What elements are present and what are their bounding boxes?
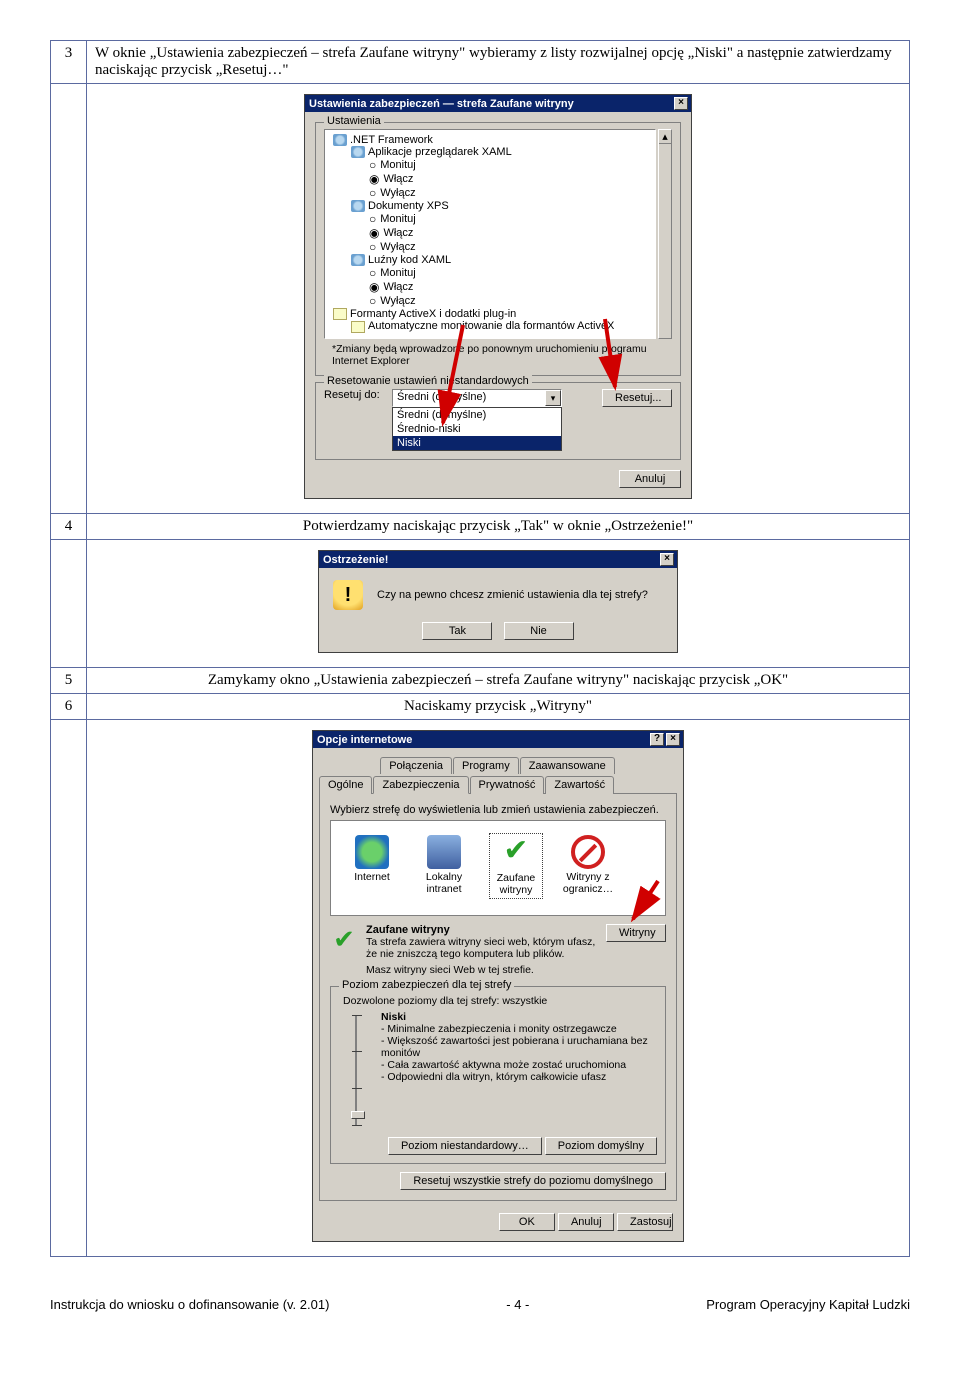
reset-all-button[interactable]: Resetuj wszystkie strefy do poziomu domy…	[400, 1172, 666, 1190]
close-icon[interactable]: ×	[666, 733, 680, 746]
internet-options-dialog: Opcje internetowe ? × Połączenia Program…	[312, 730, 684, 1242]
tab-polaczenia[interactable]: Połączenia	[380, 757, 452, 774]
radio-wylacz[interactable]: Wyłącz	[329, 240, 651, 254]
no-button[interactable]: Nie	[504, 622, 574, 640]
step5-text: Zamykamy okno „Ustawienia zabezpieczeń –…	[87, 668, 910, 694]
dlg2-titlebar[interactable]: Ostrzeżenie! ×	[319, 551, 677, 568]
radio-wlacz[interactable]: Włącz	[329, 172, 651, 186]
reset-group-label: Resetowanie ustawień niestandardowych	[324, 375, 532, 387]
zone-list[interactable]: Internet Lokalny intranet ✔ Zaufane witr…	[345, 835, 661, 899]
step4-text: Potwierdzamy naciskając przycisk „Tak" w…	[87, 514, 910, 540]
scrollbar[interactable]: ▴	[658, 129, 672, 339]
combo-option[interactable]: Średnio-niski	[393, 422, 561, 436]
step6-text: Naciskamy przycisk „Witryny"	[87, 694, 910, 720]
prohibited-icon	[571, 835, 605, 869]
level-name: Niski	[381, 1011, 657, 1023]
step3-text: W oknie „Ustawienia zabezpieczeń – stref…	[87, 41, 910, 84]
tab-zabezpieczenia[interactable]: Zabezpieczenia	[373, 776, 468, 794]
tab-programy[interactable]: Programy	[453, 757, 519, 774]
ok-button[interactable]: OK	[499, 1213, 555, 1231]
help-icon[interactable]: ?	[650, 733, 664, 746]
settings-group-label: Ustawienia	[324, 115, 384, 127]
level-group-label: Poziom zabezpieczeń dla tej strefy	[339, 979, 514, 991]
footer-page: - 4 -	[506, 1297, 529, 1312]
tab-zawartosc[interactable]: Zawartość	[545, 776, 614, 794]
step6-num: 6	[51, 694, 87, 720]
cancel-button[interactable]: Anuluj	[619, 470, 681, 488]
warning-dialog: Ostrzeżenie! × ! Czy na pewno chcesz zmi…	[318, 550, 678, 653]
cancel-button[interactable]: Anuluj	[558, 1213, 614, 1231]
zone-hint: Wybierz strefę do wyświetlenia lub zmień…	[330, 804, 666, 816]
step4-num: 4	[51, 514, 87, 540]
radio-wlacz[interactable]: Włącz	[329, 226, 651, 240]
reset-level-list[interactable]: Średni (domyślne) Średnio-niski Niski	[392, 407, 562, 451]
footer-left: Instrukcja do wniosku o dofinansowanie (…	[50, 1297, 329, 1312]
gear-icon	[351, 146, 365, 158]
zone-trusted[interactable]: ✔ Zaufane witryny	[489, 833, 543, 899]
reset-button[interactable]: Resetuj...	[602, 389, 672, 407]
zone-desc: Ta strefa zawiera witryny sieci web, któ…	[366, 936, 598, 960]
checkmark-icon: ✔	[330, 924, 358, 976]
gear-icon	[351, 200, 365, 212]
zone-intranet[interactable]: Lokalny intranet	[417, 835, 471, 899]
page-icon	[333, 308, 347, 320]
dlg1-titlebar[interactable]: Ustawienia zabezpieczeń — strefa Zaufane…	[305, 95, 691, 112]
yes-button[interactable]: Tak	[422, 622, 492, 640]
globe-icon	[355, 835, 389, 869]
dlg3-titlebar[interactable]: Opcje internetowe ? ×	[313, 731, 683, 748]
combo-option[interactable]: Średni (domyślne)	[393, 408, 561, 422]
zone-restricted[interactable]: Witryny z ogranicz…	[561, 835, 615, 899]
warning-message: Czy na pewno chcesz zmienić ustawienia d…	[377, 589, 648, 601]
zone-desc2: Masz witryny sieci Web w tej strefie.	[366, 964, 598, 976]
monitor-icon	[427, 835, 461, 869]
dlg3-title: Opcje internetowe	[317, 734, 412, 746]
scroll-up-icon[interactable]: ▴	[659, 130, 671, 144]
close-icon[interactable]: ×	[674, 97, 688, 110]
zone-internet[interactable]: Internet	[345, 835, 399, 899]
close-icon[interactable]: ×	[660, 553, 674, 566]
zone-title: Zaufane witryny	[366, 924, 598, 936]
custom-level-button[interactable]: Poziom niestandardowy…	[388, 1137, 542, 1155]
step3-num: 3	[51, 41, 87, 84]
slider-thumb[interactable]	[351, 1111, 365, 1119]
gear-icon	[351, 254, 365, 266]
gear-icon	[333, 134, 347, 146]
checkmark-icon: ✔	[499, 836, 533, 870]
sites-button[interactable]: Witryny	[606, 924, 666, 942]
apply-button[interactable]: Zastosuj	[617, 1213, 673, 1231]
radio-monituj[interactable]: Monituj	[329, 212, 651, 226]
tab-ogolne[interactable]: Ogólne	[319, 776, 372, 794]
footer-right: Program Operacyjny Kapitał Ludzki	[706, 1297, 910, 1312]
page-icon	[351, 321, 365, 333]
allowed-levels: Dozwolone poziomy dla tej strefy: wszyst…	[343, 995, 657, 1007]
tab-zaawansowane[interactable]: Zaawansowane	[520, 757, 615, 774]
settings-tree[interactable]: .NET Framework Aplikacje przeglądarek XA…	[324, 129, 656, 339]
security-slider[interactable]	[355, 1015, 371, 1125]
page-footer: Instrukcja do wniosku o dofinansowanie (…	[0, 1287, 960, 1332]
steps-table: 3 W oknie „Ustawienia zabezpieczeń – str…	[50, 40, 910, 1257]
tab-prywatnosc[interactable]: Prywatność	[470, 776, 545, 794]
reset-to-label: Resetuj do:	[324, 389, 386, 401]
default-level-button[interactable]: Poziom domyślny	[545, 1137, 657, 1155]
radio-monituj[interactable]: Monituj	[329, 158, 651, 172]
chevron-down-icon[interactable]: ▾	[545, 390, 561, 406]
combo-option-selected[interactable]: Niski	[393, 436, 561, 450]
dlg1-title: Ustawienia zabezpieczeń — strefa Zaufane…	[309, 98, 574, 110]
dlg2-title: Ostrzeżenie!	[323, 554, 388, 566]
security-settings-dialog: Ustawienia zabezpieczeń — strefa Zaufane…	[304, 94, 692, 499]
step5-num: 5	[51, 668, 87, 694]
radio-wlacz[interactable]: Włącz	[329, 280, 651, 294]
restart-note: *Zmiany będą wprowadzone po ponownym uru…	[332, 343, 664, 367]
radio-monituj[interactable]: Monituj	[329, 266, 651, 280]
warning-icon: !	[333, 580, 363, 610]
radio-wylacz[interactable]: Wyłącz	[329, 186, 651, 200]
reset-level-dropdown[interactable]: Średni (domyślne) ▾	[392, 389, 562, 407]
radio-wylacz[interactable]: Wyłącz	[329, 294, 651, 308]
